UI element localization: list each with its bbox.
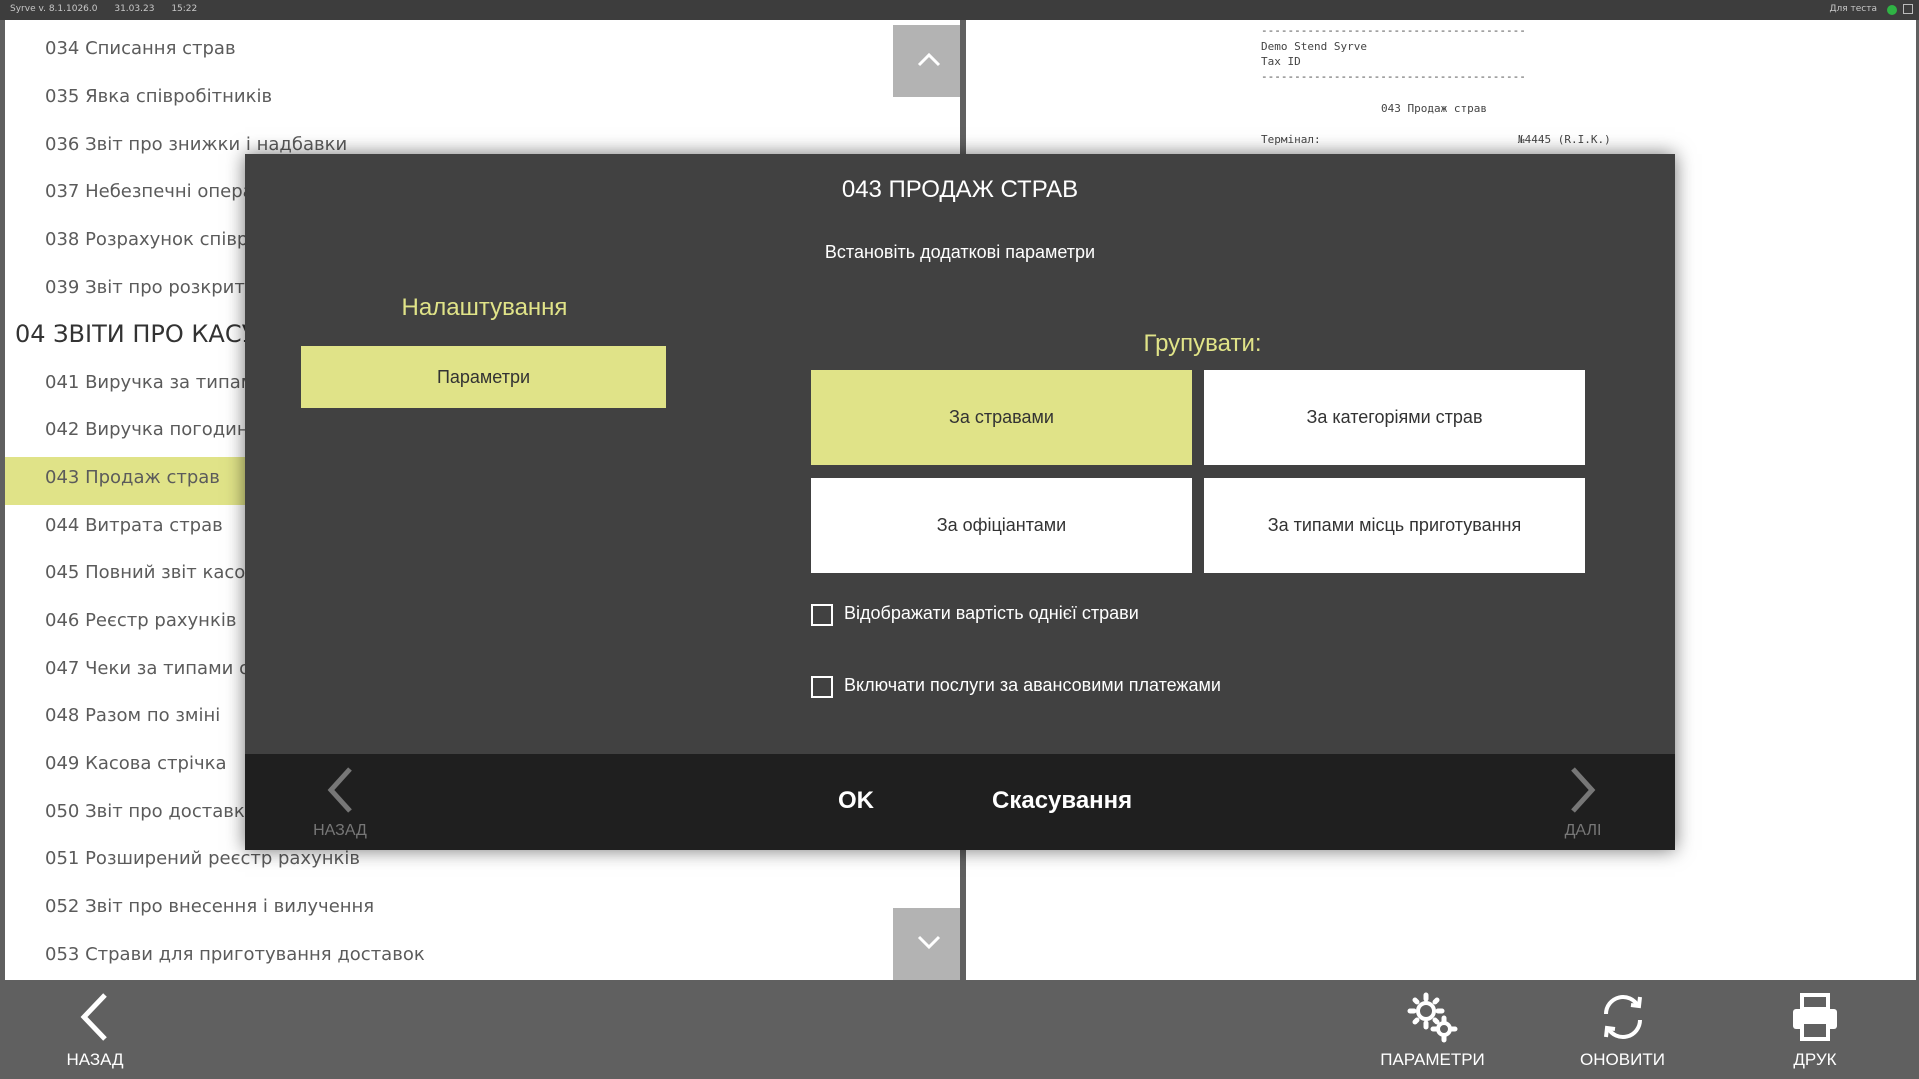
chevron-left-icon xyxy=(327,767,352,813)
dialog-footer: НАЗАД OK Скасування ДАЛІ xyxy=(245,754,1675,850)
dialog-next-label: ДАЛІ xyxy=(1564,822,1602,839)
tab-parameters[interactable]: Параметри xyxy=(301,346,666,408)
dialog-next-button[interactable]: ДАЛІ xyxy=(1523,754,1643,850)
cancel-button[interactable]: Скасування xyxy=(992,787,1132,815)
dialog-subtitle: Встановіть додаткові параметри xyxy=(824,242,1096,262)
checkbox-label: Включати послуги за авансовими платежами xyxy=(844,675,1221,695)
group-by-heading: Групувати: xyxy=(1143,330,1262,357)
dialog-back-button[interactable]: НАЗАД xyxy=(280,754,400,850)
settings-heading: Налаштування xyxy=(401,294,568,321)
checkbox-label: Відображати вартість однієї страви xyxy=(844,603,1139,623)
ok-button[interactable]: OK xyxy=(838,787,874,815)
group-by-cooking-place-types-button[interactable]: За типами місць приготування xyxy=(1204,478,1585,573)
checkbox-box[interactable] xyxy=(811,676,833,698)
group-by-dishes-button[interactable]: За стравами xyxy=(811,370,1192,465)
dialog-back-label: НАЗАД xyxy=(313,822,367,839)
report-parameters-dialog: 043 ПРОДАЖ СТРАВ Встановіть додаткові па… xyxy=(245,154,1675,850)
group-by-dish-categories-button[interactable]: За категоріями страв xyxy=(1204,370,1585,465)
group-by-waiters-button[interactable]: За офіціантами xyxy=(811,478,1192,573)
checkbox-box[interactable] xyxy=(811,604,833,626)
chevron-right-icon xyxy=(1571,767,1596,813)
dialog-title: 043 ПРОДАЖ СТРАВ xyxy=(841,176,1079,203)
